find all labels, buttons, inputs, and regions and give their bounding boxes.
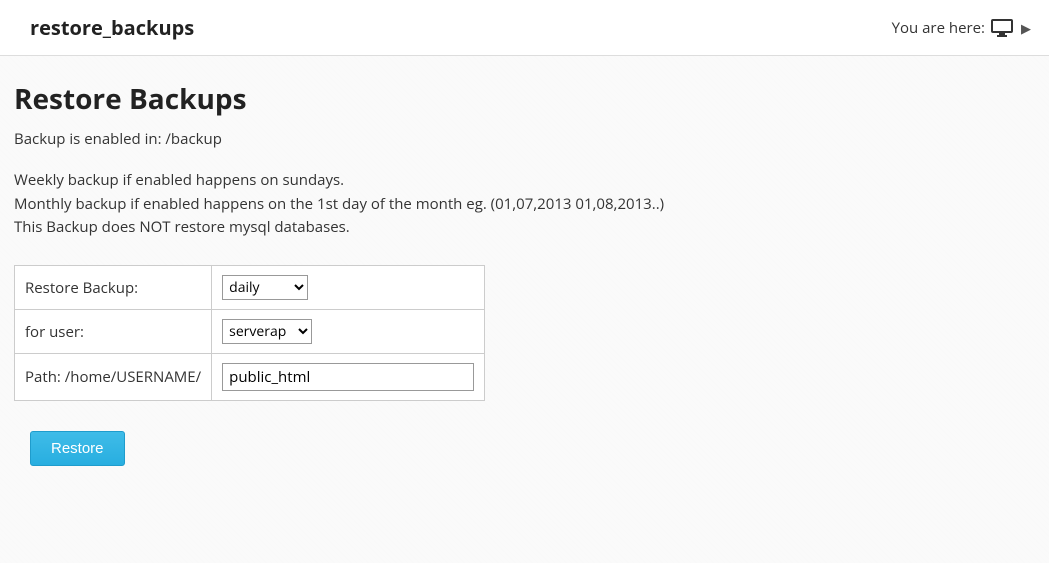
restore-button[interactable]: Restore <box>30 431 125 466</box>
label-path: Path: /home/USERNAME/ <box>15 354 212 401</box>
restore-form-table: Restore Backup: daily for user: serverap… <box>14 265 485 401</box>
user-select[interactable]: serverap <box>222 319 312 344</box>
info-line-4: This Backup does NOT restore mysql datab… <box>14 216 1035 239</box>
topbar: restore_backups You are here: ▶ <box>0 0 1049 56</box>
page-title: Restore Backups <box>14 80 1035 118</box>
chevron-right-icon: ▶ <box>1021 19 1031 37</box>
info-block: Backup is enabled in: /backup Weekly bac… <box>14 128 1035 239</box>
topbar-title: restore_backups <box>30 14 194 41</box>
breadcrumb: You are here: ▶ <box>892 18 1031 38</box>
table-row: for user: serverap <box>15 310 485 354</box>
table-row: Path: /home/USERNAME/ <box>15 354 485 401</box>
monitor-icon[interactable] <box>991 19 1013 37</box>
label-for-user: for user: <box>15 310 212 354</box>
table-row: Restore Backup: daily <box>15 266 485 310</box>
breadcrumb-label: You are here: <box>892 18 985 38</box>
content-area: Restore Backups Backup is enabled in: /b… <box>0 56 1049 480</box>
info-line-2: Weekly backup if enabled happens on sund… <box>14 169 1035 192</box>
label-restore-backup: Restore Backup: <box>15 266 212 310</box>
frequency-select[interactable]: daily <box>222 275 308 300</box>
path-input[interactable] <box>222 363 474 391</box>
info-line-1: Backup is enabled in: /backup <box>14 128 1035 151</box>
info-line-3: Monthly backup if enabled happens on the… <box>14 193 1035 216</box>
